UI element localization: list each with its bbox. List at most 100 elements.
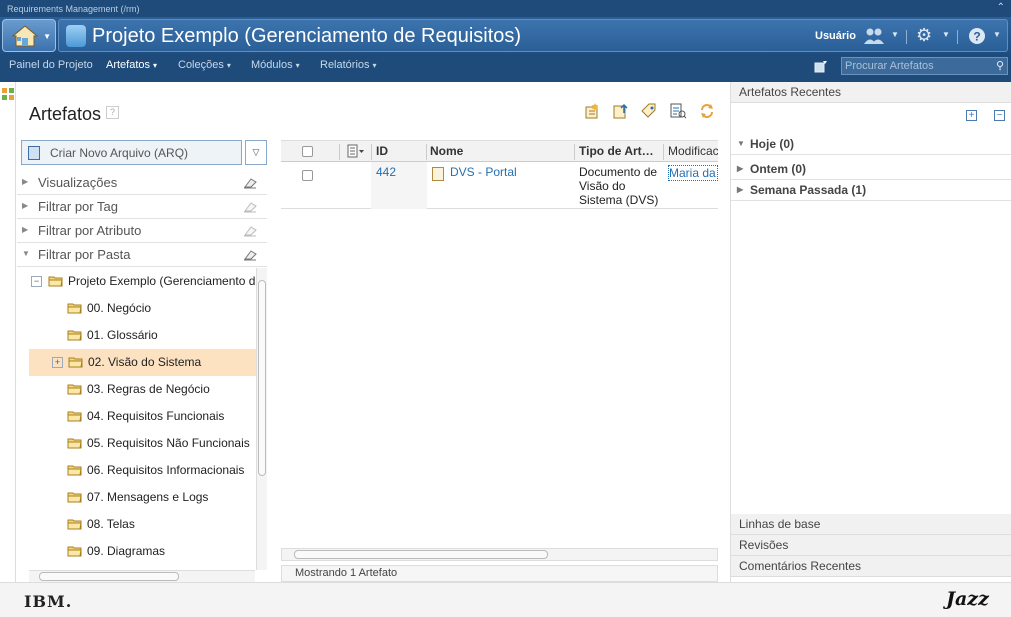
gear-menu-chevron-icon[interactable]: ▼ bbox=[942, 30, 950, 39]
tree-folder-label: 07. Mensagens e Logs bbox=[87, 490, 209, 504]
column-header-modified[interactable]: Modificac bbox=[668, 144, 718, 158]
chevron-down-icon: ▽ bbox=[252, 147, 260, 157]
tree-folder-item[interactable]: 07. Mensagens e Logs bbox=[17, 484, 255, 511]
row-checkbox[interactable] bbox=[302, 170, 313, 181]
tree-folder-item[interactable]: 00. Negócio bbox=[17, 295, 255, 322]
scrollbar-thumb[interactable] bbox=[258, 280, 266, 476]
tree-horizontal-scrollbar[interactable] bbox=[29, 570, 255, 582]
mini-dashboard-icon[interactable] bbox=[2, 88, 14, 100]
clear-filter-icon[interactable] bbox=[243, 225, 257, 237]
header-separator bbox=[906, 30, 907, 44]
folder-open-icon bbox=[48, 276, 63, 287]
column-header-name[interactable]: Nome bbox=[430, 144, 463, 158]
search-scope-icon[interactable] bbox=[814, 60, 828, 73]
filter-pasta[interactable]: ▼ Filtrar por Pasta bbox=[17, 243, 267, 267]
tree-root-label: Projeto Exemplo (Gerenciamento d bbox=[68, 274, 256, 288]
scrollbar-thumb[interactable] bbox=[39, 572, 179, 581]
clear-filter-icon[interactable] bbox=[243, 201, 257, 213]
nav-modulos[interactable]: Módulos ▾ bbox=[251, 59, 300, 71]
baselines-section[interactable]: Linhas de base bbox=[731, 514, 1011, 535]
column-header-type[interactable]: Tipo de Art… bbox=[579, 144, 659, 158]
main-nav: Painel do Projeto Artefatos ▾ Coleções ▾ M… bbox=[0, 54, 1011, 82]
ibm-logo: IBM. bbox=[24, 592, 73, 611]
create-artifact-label: Criar Novo Arquivo (ARQ) bbox=[50, 146, 189, 160]
folder-tree: − Projeto Exemplo (Gerenciamento d 00. N… bbox=[17, 268, 267, 570]
nav-artefatos-label: Artefatos bbox=[106, 59, 151, 71]
nav-colecoes[interactable]: Coleções ▾ bbox=[178, 59, 231, 71]
collapse-all-icon[interactable]: − bbox=[994, 110, 1005, 121]
nav-painel-do-projeto[interactable]: Painel do Projeto bbox=[9, 59, 93, 71]
folder-icon bbox=[67, 384, 82, 395]
team-menu-chevron-icon[interactable]: ▼ bbox=[891, 30, 899, 39]
modified-by-link[interactable]: Maria da bbox=[668, 165, 718, 181]
user-menu-label[interactable]: Usuário bbox=[815, 30, 856, 42]
clear-filter-icon[interactable] bbox=[243, 249, 257, 261]
column-options-icon[interactable] bbox=[347, 144, 365, 159]
search-icon[interactable]: ⚲ bbox=[996, 59, 1004, 72]
tree-folder-item[interactable]: 06. Requisitos Informacionais bbox=[17, 457, 255, 484]
table-horizontal-scrollbar[interactable] bbox=[281, 548, 718, 561]
recent-comments-section[interactable]: Comentários Recentes bbox=[731, 556, 1011, 577]
column-separator bbox=[339, 144, 340, 160]
tree-folder-item[interactable]: 01. Glossário bbox=[17, 322, 255, 349]
help-menu-chevron-icon[interactable]: ▼ bbox=[993, 30, 1001, 39]
filter-atributo[interactable]: ▶ Filtrar por Atributo bbox=[17, 219, 267, 243]
new-folder-icon[interactable] bbox=[583, 102, 601, 120]
tree-vertical-scrollbar[interactable] bbox=[256, 268, 267, 570]
create-artifact-button[interactable]: Criar Novo Arquivo (ARQ) bbox=[21, 140, 242, 165]
expand-toggle-icon[interactable]: + bbox=[52, 357, 63, 368]
filter-visualizacoes[interactable]: ▶ Visualizações bbox=[17, 171, 267, 195]
select-all-checkbox[interactable] bbox=[302, 146, 313, 157]
collapse-toggle-icon[interactable]: − bbox=[31, 276, 42, 287]
tag-icon[interactable] bbox=[640, 102, 658, 120]
folder-icon bbox=[67, 330, 82, 341]
help-icon[interactable]: ? bbox=[106, 106, 119, 119]
tree-folder-item[interactable]: 08. Telas bbox=[17, 511, 255, 538]
svg-text:?: ? bbox=[973, 30, 980, 44]
tree-folder-item-selected[interactable]: + 02. Visão do Sistema bbox=[29, 349, 267, 376]
refresh-icon[interactable] bbox=[698, 102, 716, 120]
home-button[interactable]: ▼ bbox=[2, 19, 56, 52]
collapse-header-icon[interactable]: ⌃ bbox=[997, 2, 1005, 13]
jazz-logo: Jazz bbox=[946, 588, 989, 610]
artifact-name-link[interactable]: DVS - Portal bbox=[450, 165, 517, 179]
tree-folder-label: 05. Requisitos Não Funcionais bbox=[87, 436, 250, 450]
expand-all-icon[interactable]: + bbox=[966, 110, 977, 121]
upload-artifact-icon[interactable] bbox=[612, 102, 630, 120]
tree-folder-item[interactable]: 04. Requisitos Funcionais bbox=[17, 403, 255, 430]
help-icon[interactable]: ? bbox=[968, 27, 986, 45]
tree-folder-item[interactable]: 03. Regras de Negócio bbox=[17, 376, 255, 403]
expand-arrow-icon: ▶ bbox=[737, 185, 744, 194]
recent-group-today[interactable]: ▼ Hoje (0) bbox=[731, 134, 1011, 155]
team-icon[interactable] bbox=[863, 26, 885, 46]
chevron-down-icon: ▾ bbox=[226, 61, 231, 70]
header-separator bbox=[957, 30, 958, 44]
search-input[interactable]: Procurar Artefatos ⚲ bbox=[841, 57, 1008, 75]
recent-artifacts-panel: Artefatos Recentes + − ▼ Hoje (0) ▶ Onte… bbox=[730, 82, 1011, 582]
expand-arrow-icon: ▶ bbox=[737, 164, 744, 173]
gear-icon[interactable]: ⚙ bbox=[916, 25, 932, 46]
column-header-id[interactable]: ID bbox=[376, 144, 388, 158]
tree-root[interactable]: − Projeto Exemplo (Gerenciamento d bbox=[17, 268, 255, 295]
filter-results-icon[interactable] bbox=[669, 102, 687, 120]
revisions-section[interactable]: Revisões bbox=[731, 535, 1011, 556]
tree-folder-item[interactable]: 05. Requisitos Não Funcionais bbox=[17, 430, 255, 457]
clear-filter-icon[interactable] bbox=[243, 177, 257, 189]
table-row[interactable]: 442 DVS - Portal Documento de Visão do S… bbox=[281, 162, 718, 209]
recent-group-last-week[interactable]: ▶ Semana Passada (1) bbox=[731, 180, 1011, 201]
nav-relatorios[interactable]: Relatórios ▾ bbox=[320, 59, 377, 71]
filter-label: Filtrar por Pasta bbox=[38, 247, 131, 262]
scrollbar-thumb[interactable] bbox=[294, 550, 548, 559]
nav-artefatos[interactable]: Artefatos ▾ bbox=[106, 59, 157, 71]
tree-folder-label: 02. Visão do Sistema bbox=[88, 355, 202, 369]
filter-tag[interactable]: ▶ Filtrar por Tag bbox=[17, 195, 267, 219]
footer: IBM. Jazz bbox=[0, 582, 1011, 617]
create-artifact-dropdown[interactable]: ▽ bbox=[245, 140, 267, 165]
document-icon bbox=[432, 167, 444, 181]
tree-folder-item[interactable]: 09. Diagramas bbox=[17, 538, 255, 565]
recent-group-yesterday[interactable]: ▶ Ontem (0) bbox=[731, 159, 1011, 180]
tree-folder-label: 01. Glossário bbox=[87, 328, 158, 342]
tree-folder-label: 08. Telas bbox=[87, 517, 135, 531]
artifact-id-link[interactable]: 442 bbox=[376, 165, 396, 179]
search-placeholder: Procurar Artefatos bbox=[845, 60, 934, 72]
